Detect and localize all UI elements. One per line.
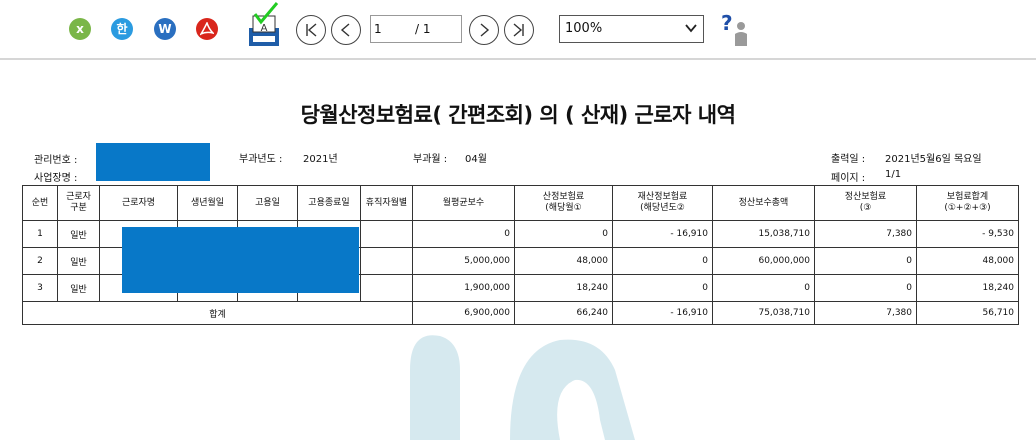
cell-prem: 48,000 [514, 247, 613, 275]
print-date: 2021년5월6일 목요일 [885, 154, 982, 165]
cell-no: 2 [22, 247, 58, 275]
total-reprem: - 16,910 [612, 301, 713, 325]
mgmt-no-label: 관리번호 : [34, 155, 78, 166]
cell-sum: - 9,530 [916, 220, 1019, 248]
report-title: 당월산정보험료( 간편조회) 의 ( 산재) 근로자 내역 [300, 103, 736, 127]
site-name-label: 사업장명 : [34, 173, 78, 184]
total-prem: 66,240 [514, 301, 613, 325]
cell-pay: 5,000,000 [412, 247, 515, 275]
svg-text:?: ? [721, 12, 733, 35]
cell-no: 3 [22, 274, 58, 302]
col-no: 순번 [22, 185, 58, 221]
cell-reprem: 0 [612, 274, 713, 302]
page-value: 1/1 [885, 169, 902, 180]
col-leave-month: 휴직자월별 [360, 185, 413, 221]
cell-prem: 0 [514, 220, 613, 248]
zoom-select[interactable]: 100% [559, 15, 704, 43]
cell-settle-prem: 7,380 [814, 220, 917, 248]
cell-pay: 0 [412, 220, 515, 248]
print-icon[interactable]: A [243, 2, 283, 48]
page-number-field[interactable]: 1 / 1 [370, 15, 462, 43]
total-pages: / 1 [415, 22, 431, 36]
redacted-worker-details [122, 227, 359, 293]
total-settle-prem: 7,380 [814, 301, 917, 325]
toolbar-divider [0, 58, 1036, 60]
col-birth-date: 생년월일 [177, 185, 238, 221]
cell-settle-prem: 0 [814, 247, 917, 275]
cell-settle-total: 15,038,710 [712, 220, 815, 248]
total-pay: 6,900,000 [412, 301, 515, 325]
col-premium: 산정보험료 (해당월① [514, 185, 613, 221]
print-date-label: 출력일 : [831, 154, 866, 165]
table-total-row: 합계 6,900,000 66,240 - 16,910 75,038,710 … [22, 301, 1019, 325]
chevron-down-icon [685, 24, 697, 33]
levy-year-label: 부과년도 : [239, 154, 283, 165]
col-premium-sum: 보험료합계 (①+②+③) [916, 185, 1019, 221]
cell-settle-total: 60,000,000 [712, 247, 815, 275]
col-worker-type: 근로자 구분 [57, 185, 100, 221]
cell-reprem: 0 [612, 247, 713, 275]
col-hire-date: 고용일 [237, 185, 298, 221]
levy-month-label: 부과월 : [413, 154, 448, 165]
levy-year: 2021년 [303, 154, 338, 165]
cell-prem: 18,240 [514, 274, 613, 302]
col-worker-name: 근로자명 [99, 185, 178, 221]
cell-pay: 1,900,000 [412, 274, 515, 302]
prev-page-button[interactable] [331, 15, 361, 45]
watermark-logo [410, 335, 635, 440]
cell-type: 일반 [57, 220, 100, 248]
help-icon[interactable]: ? [717, 12, 753, 48]
svg-text:A: A [261, 23, 268, 34]
hwp-export-icon[interactable]: 한 [111, 18, 133, 40]
redacted-mgmt-info [96, 143, 210, 181]
total-label: 합계 [22, 301, 413, 325]
last-page-button[interactable] [504, 15, 534, 45]
cell-sum: 48,000 [916, 247, 1019, 275]
col-avg-pay: 월평균보수 [412, 185, 515, 221]
cell-sum: 18,240 [916, 274, 1019, 302]
cell-no: 1 [22, 220, 58, 248]
next-page-button[interactable] [469, 15, 499, 45]
cell-reprem: - 16,910 [612, 220, 713, 248]
col-settle-total: 정산보수총액 [712, 185, 815, 221]
col-end-date: 고용종료일 [297, 185, 361, 221]
report-toolbar: x 한 W A 1 / 1 100% ? [0, 0, 1036, 58]
total-settle-total: 75,038,710 [712, 301, 815, 325]
pdf-export-icon[interactable] [196, 18, 218, 40]
cell-settle-prem: 0 [814, 274, 917, 302]
col-settle-premium: 정산보험료 (③ [814, 185, 917, 221]
page-label: 페이지 : [831, 173, 866, 184]
current-page[interactable]: 1 [374, 22, 382, 36]
cell-type: 일반 [57, 274, 100, 302]
col-re-premium: 재산정보험료 (해당년도② [612, 185, 713, 221]
table-header-row: 순번 근로자 구분 근로자명 생년월일 고용일 고용종료일 휴직자월별 월평균보… [22, 185, 1019, 221]
cell-type: 일반 [57, 247, 100, 275]
total-sum: 56,710 [916, 301, 1019, 325]
word-export-icon[interactable]: W [154, 18, 176, 40]
levy-month: 04월 [465, 154, 487, 165]
zoom-value: 100% [565, 21, 603, 36]
cell-settle-total: 0 [712, 274, 815, 302]
first-page-button[interactable] [296, 15, 326, 45]
excel-export-icon[interactable]: x [69, 18, 91, 40]
